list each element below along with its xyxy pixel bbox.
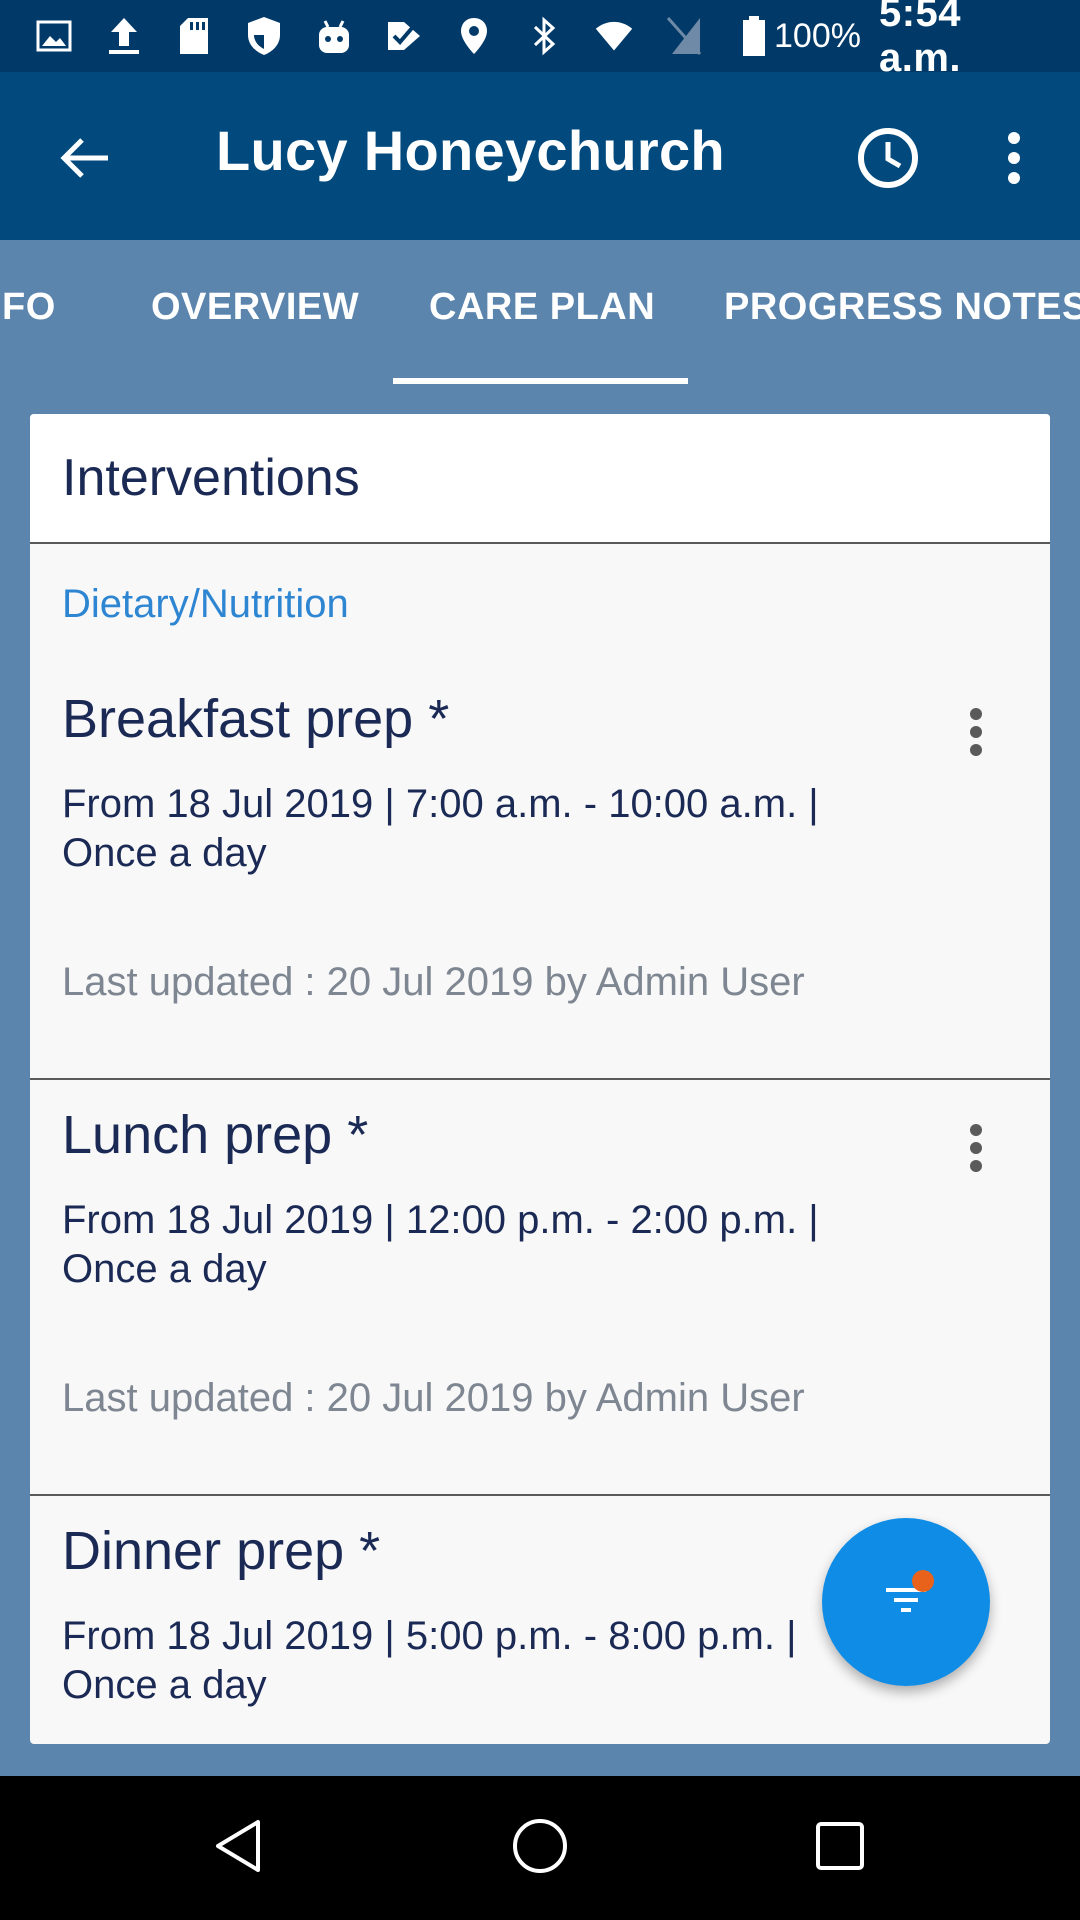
battery-percent: 100% <box>774 16 861 55</box>
intervention-schedule: From 18 Jul 2019 | 12:00 p.m. - 2:00 p.m… <box>62 1198 819 1291</box>
clock-icon <box>856 126 920 195</box>
no-sim-icon <box>664 16 704 56</box>
location-icon <box>454 16 494 56</box>
intervention-title: Dinner prep * <box>62 1521 381 1581</box>
nav-home-button[interactable] <box>504 1812 576 1884</box>
tab-overview[interactable]: OVERVIEW <box>151 286 359 329</box>
page-title: Lucy Honeychurch <box>216 119 725 182</box>
intervention-title: Breakfast prep * <box>62 689 450 749</box>
selected-tab-indicator <box>393 378 688 384</box>
app-bar: Lucy Honeychurch <box>0 72 1080 240</box>
more-vert-icon <box>1006 131 1022 189</box>
arrow-left-icon <box>58 136 110 185</box>
bluetooth-icon <box>524 16 564 56</box>
overflow-menu-button[interactable] <box>990 120 1038 200</box>
intervention-title: Lunch prep * <box>62 1105 369 1165</box>
intervention-item[interactable]: Lunch prep * From 18 Jul 2019 | 12:00 p.… <box>30 1080 1050 1496</box>
intervention-last-updated: Last updated : 20 Jul 2019 by Admin User <box>62 960 805 1004</box>
intervention-item[interactable]: Breakfast prep * From 18 Jul 2019 | 7:00… <box>30 664 1050 1080</box>
nav-back-button[interactable] <box>204 1812 276 1884</box>
nav-recents-button[interactable] <box>804 1812 876 1884</box>
history-button[interactable] <box>848 120 928 200</box>
notification-dot <box>912 1570 934 1592</box>
clock-time: 5:54 a.m. <box>878 0 962 80</box>
battery-icon <box>734 16 774 56</box>
tab-bar: FO OVERVIEW CARE PLAN PROGRESS NOTES <box>0 240 1080 384</box>
sd-card-icon <box>174 16 214 56</box>
item-menu-button[interactable] <box>948 1110 1004 1190</box>
intervention-schedule: From 18 Jul 2019 | 5:00 p.m. - 8:00 p.m.… <box>62 1614 797 1707</box>
square-recents-icon <box>814 1820 866 1877</box>
more-vert-icon <box>969 1123 983 1178</box>
back-button[interactable] <box>48 124 120 196</box>
card-header: Interventions <box>30 414 1050 544</box>
status-bar: 100% 5:54 a.m. <box>0 0 1080 80</box>
tab-care-plan[interactable]: CARE PLAN <box>429 286 655 329</box>
checkmark-icon <box>384 16 424 56</box>
tab-progress-notes[interactable]: PROGRESS NOTES <box>724 286 1080 329</box>
triangle-back-icon <box>212 1818 268 1879</box>
wifi-icon <box>594 16 634 56</box>
circle-home-icon <box>511 1817 569 1880</box>
intervention-schedule: From 18 Jul 2019 | 7:00 a.m. - 10:00 a.m… <box>62 782 819 875</box>
more-vert-icon <box>969 707 983 762</box>
android-icon <box>314 16 354 56</box>
category-label: Dietary/Nutrition <box>62 582 349 626</box>
system-nav-bar <box>0 1776 1080 1920</box>
card-title: Interventions <box>62 449 360 507</box>
item-menu-button[interactable] <box>948 694 1004 774</box>
status-icons <box>0 16 774 56</box>
intervention-last-updated: Last updated : 20 Jul 2019 by Admin User <box>62 1376 805 1420</box>
shield-icon <box>244 16 284 56</box>
filter-fab-button[interactable] <box>822 1518 990 1686</box>
gallery-icon <box>34 16 74 56</box>
upload-icon <box>104 16 144 56</box>
tab-info[interactable]: FO <box>2 286 56 329</box>
